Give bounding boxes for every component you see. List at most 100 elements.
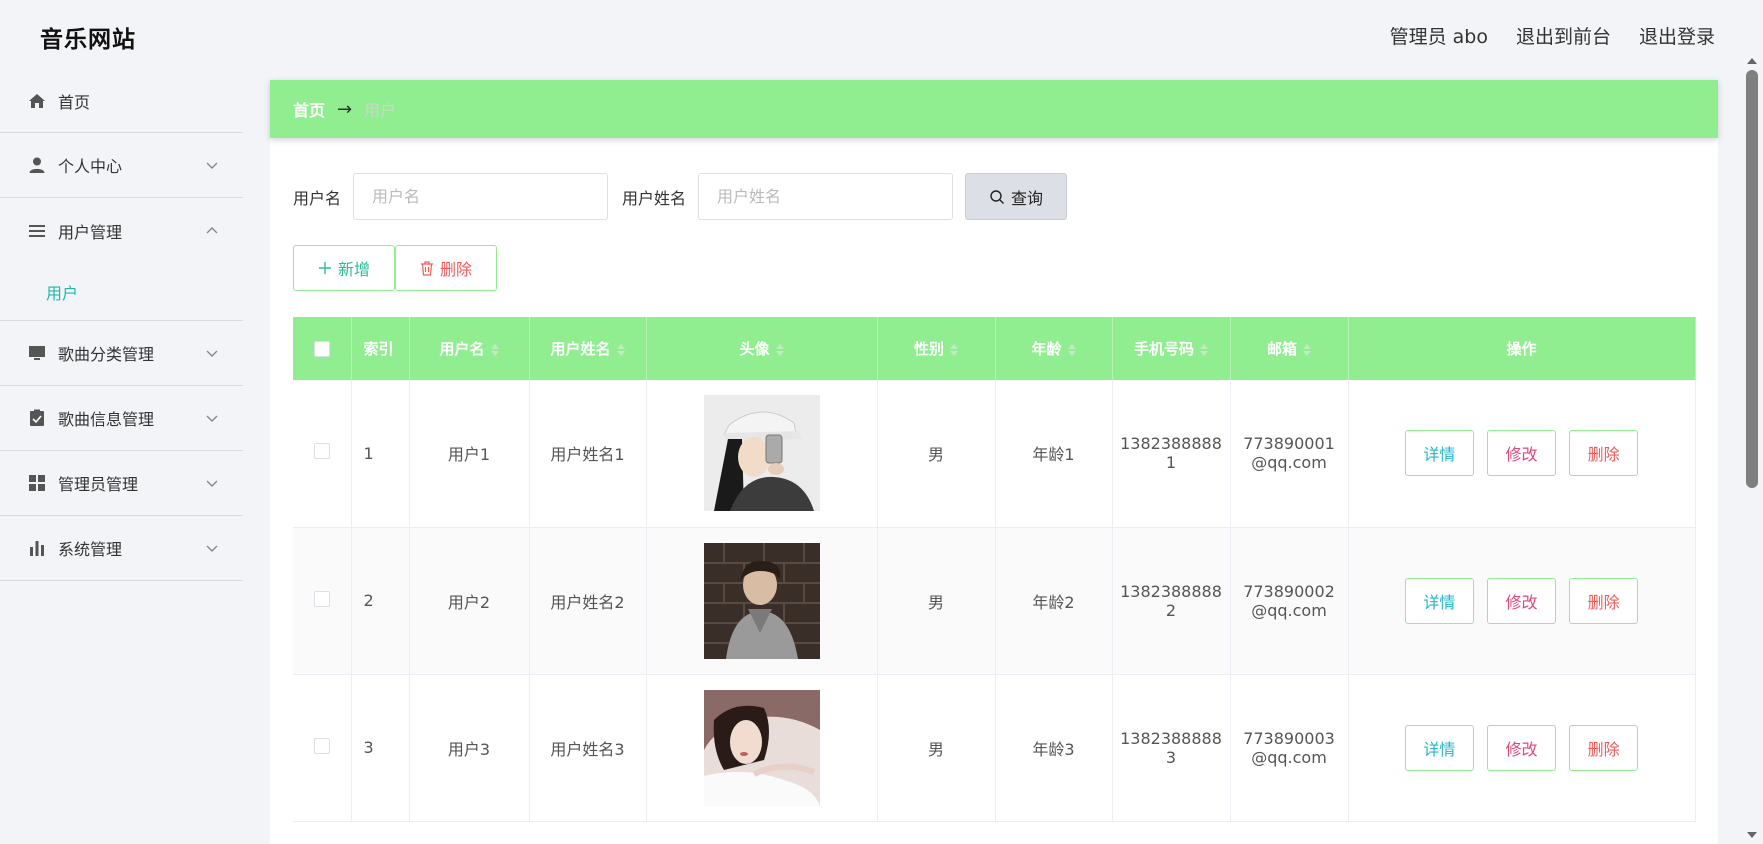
sort-icon[interactable] [1067, 343, 1076, 356]
sidebar-item-user-management[interactable]: 用户管理 [0, 198, 243, 263]
email-line-1: 773890002 [1243, 581, 1335, 601]
cell-realname: 用户姓名2 [529, 527, 647, 675]
cell-age: 年龄2 [995, 527, 1113, 675]
row-checkbox[interactable] [313, 443, 330, 460]
sidebar-item-label: 歌曲分类管理 [58, 345, 155, 364]
column-header-username[interactable]: 用户名 [409, 317, 530, 380]
cell-index: 3 [351, 674, 410, 822]
sort-icon[interactable] [616, 343, 625, 356]
avatar-image [703, 542, 820, 659]
scroll-up-arrow-icon[interactable] [1747, 58, 1757, 64]
column-header-email[interactable]: 邮箱 [1230, 317, 1349, 380]
column-header-realname[interactable]: 用户姓名 [529, 317, 647, 380]
table-row: 1 用户1 用户姓名1 男 年龄1 1382388888 1 773890001… [293, 380, 1696, 528]
column-header-label: 性别 [913, 340, 944, 358]
sidebar-item-label: 歌曲信息管理 [58, 410, 155, 429]
cell-realname: 用户姓名3 [529, 674, 647, 822]
search-icon [990, 189, 1005, 204]
cell-gender: 男 [877, 380, 996, 528]
sort-icon[interactable] [775, 343, 784, 356]
admin-name[interactable]: 管理员 abo [1390, 22, 1488, 49]
sidebar-item-admin-management[interactable]: 管理员管理 [0, 451, 243, 516]
sort-icon[interactable] [490, 343, 499, 356]
username-search-input[interactable] [353, 173, 609, 220]
cell-username: 用户3 [409, 674, 530, 822]
phone-line-2: 1 [1165, 453, 1177, 473]
email-line-2: @qq.com [1251, 747, 1327, 767]
cell-avatar [646, 380, 878, 528]
sidebar-item-label: 首页 [58, 93, 91, 112]
phone-line-1: 1382388888 [1120, 434, 1222, 454]
cell-phone: 1382388888 1 [1112, 380, 1231, 528]
sidebar-item-label: 用户管理 [58, 222, 123, 242]
top-right-links: 管理员 abo 退出到前台 退出登录 [1390, 22, 1715, 49]
cell-gender: 男 [877, 527, 996, 675]
sidebar-item-song-info[interactable]: 歌曲信息管理 [0, 386, 243, 451]
column-header-label: 手机号码 [1133, 340, 1194, 358]
column-header-phone[interactable]: 手机号码 [1112, 317, 1231, 380]
edit-button[interactable]: 修改 [1487, 577, 1556, 624]
sidebar-item-system-management[interactable]: 系统管理 [0, 516, 243, 581]
site-brand: 音乐网站 [40, 27, 136, 53]
detail-button[interactable]: 详情 [1404, 430, 1474, 477]
vertical-scrollbar[interactable] [1746, 70, 1758, 488]
exit-to-front-link[interactable]: 退出到前台 [1516, 22, 1611, 49]
trash-icon [420, 260, 433, 276]
delete-button[interactable]: 删除 [1569, 430, 1639, 477]
user-table: 索引 用户名 用户姓名 头像 性别 年龄 手机号码 邮箱 操作 1 用户1 用户… [293, 317, 1696, 822]
email-line-1: 773890001 [1243, 434, 1335, 454]
chevron-down-icon [206, 545, 218, 552]
list-icon [28, 222, 46, 240]
breadcrumb-home[interactable]: 首页 [293, 97, 325, 121]
edit-button[interactable]: 修改 [1487, 430, 1556, 477]
cell-actions: 详情 修改 删除 [1348, 380, 1696, 528]
sort-icon[interactable] [1303, 343, 1311, 356]
row-checkbox[interactable] [313, 737, 330, 754]
sort-icon[interactable] [950, 343, 958, 356]
chevron-down-icon [206, 480, 218, 487]
username-label: 用户名 [293, 188, 342, 208]
delete-button[interactable]: 删除 [1569, 724, 1639, 771]
sort-icon[interactable] [1200, 343, 1208, 356]
bulk-delete-button-label: 删除 [439, 260, 472, 279]
bulk-delete-button[interactable]: 删除 [395, 245, 497, 291]
select-all-checkbox[interactable] [313, 341, 330, 357]
detail-button[interactable]: 详情 [1404, 577, 1474, 624]
logout-link[interactable]: 退出登录 [1639, 22, 1715, 49]
email-line-2: @qq.com [1251, 600, 1327, 620]
main-content: 首页 → 用户 用户名 用户姓名 查询 新增 删除 [270, 80, 1718, 844]
chevron-down-icon [206, 415, 218, 422]
cell-avatar [646, 527, 878, 675]
action-buttons: 新增 删除 [293, 245, 497, 291]
cell-index: 2 [351, 527, 410, 675]
delete-button[interactable]: 删除 [1569, 577, 1639, 624]
scroll-down-arrow-icon[interactable] [1747, 832, 1757, 838]
sidebar-subitem-users[interactable]: 用户 [0, 263, 243, 321]
column-header-age[interactable]: 年龄 [995, 317, 1113, 380]
sidebar-item-label: 系统管理 [58, 540, 123, 559]
sidebar-item-song-category[interactable]: 歌曲分类管理 [0, 321, 243, 386]
add-button[interactable]: 新增 [293, 245, 395, 291]
person-icon [28, 156, 46, 174]
detail-button[interactable]: 详情 [1404, 724, 1474, 771]
phone-line-2: 3 [1165, 747, 1177, 767]
row-checkbox[interactable] [313, 590, 330, 607]
select-all-cell[interactable] [293, 317, 352, 380]
top-bar: 音乐网站 管理员 abo 退出到前台 退出登录 [0, 0, 1763, 70]
avatar-image [703, 395, 820, 512]
cell-phone: 1382388888 2 [1112, 527, 1231, 675]
sidebar-item-label: 个人中心 [58, 157, 123, 176]
phone-line-1: 1382388888 [1120, 728, 1222, 748]
chevron-up-icon [206, 226, 218, 233]
sidebar-item-home[interactable]: 首页 [0, 70, 243, 133]
sidebar-item-personal[interactable]: 个人中心 [0, 133, 243, 198]
column-header-gender[interactable]: 性别 [877, 317, 996, 380]
cell-avatar [646, 674, 878, 822]
query-button[interactable]: 查询 [965, 173, 1068, 220]
search-form: 用户名 用户姓名 查询 [293, 173, 1068, 220]
realname-label: 用户姓名 [622, 188, 687, 208]
realname-search-input[interactable] [698, 173, 954, 220]
table-row: 2 用户2 用户姓名2 男 年龄2 1382388888 2 773890002… [293, 527, 1696, 675]
column-header-avatar[interactable]: 头像 [646, 317, 878, 380]
edit-button[interactable]: 修改 [1487, 724, 1556, 771]
